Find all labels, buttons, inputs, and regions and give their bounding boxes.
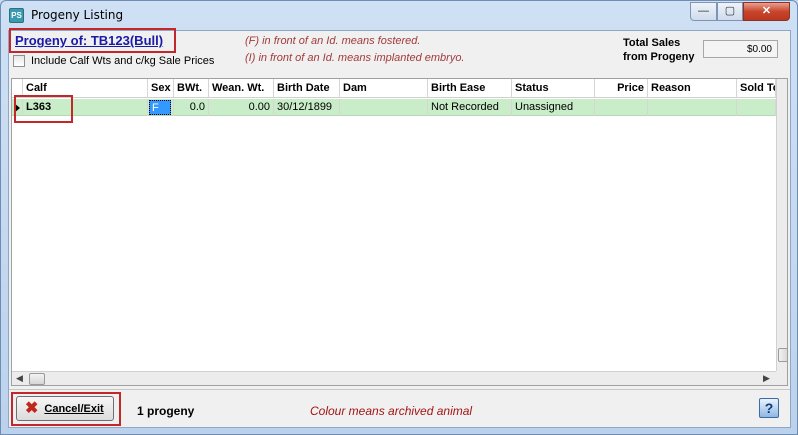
cell-bwt[interactable]: 0.0 xyxy=(174,99,209,116)
scroll-right-icon[interactable]: ▶ xyxy=(763,373,770,384)
footer-divider xyxy=(9,389,790,390)
highlight-cancel-button xyxy=(11,392,121,426)
include-weights-option[interactable]: Include Calf Wts and c/kg Sale Prices xyxy=(13,55,214,67)
col-dam[interactable]: Dam xyxy=(340,79,428,98)
cell-birth-date[interactable]: 30/12/1899 xyxy=(274,99,340,116)
col-status[interactable]: Status xyxy=(512,79,595,98)
progeny-listing-window: PS Progeny Listing — ▢ ✕ Progeny of: TB1… xyxy=(0,0,798,435)
embryo-note: (I) in front of an Id. means implanted e… xyxy=(245,52,465,64)
cell-sex[interactable]: F xyxy=(148,99,174,116)
progeny-grid[interactable]: Calf Sex BWt. Wean. Wt. Birth Date Dam B… xyxy=(11,78,788,386)
cell-birth-ease[interactable]: Not Recorded xyxy=(428,99,512,116)
highlight-progeny-of xyxy=(9,28,176,53)
horizontal-scrollbar[interactable]: ◀ ▶ xyxy=(12,371,776,385)
cell-sold-to[interactable] xyxy=(737,99,776,116)
col-reason[interactable]: Reason xyxy=(648,79,737,98)
include-weights-label: Include Calf Wts and c/kg Sale Prices xyxy=(31,55,215,67)
help-button[interactable]: ? xyxy=(759,398,779,418)
close-button[interactable]: ✕ xyxy=(743,2,790,21)
vertical-scrollbar[interactable] xyxy=(776,79,787,371)
maximize-button[interactable]: ▢ xyxy=(717,2,743,21)
app-icon: PS xyxy=(9,8,24,23)
cell-dam[interactable] xyxy=(340,99,428,116)
col-bwt[interactable]: BWt. xyxy=(174,79,209,98)
scroll-left-icon[interactable]: ◀ xyxy=(16,373,23,384)
col-sex[interactable]: Sex xyxy=(148,79,174,98)
col-price[interactable]: Price xyxy=(595,79,648,98)
vertical-scroll-thumb[interactable] xyxy=(778,348,787,362)
col-birth-ease[interactable]: Birth Ease xyxy=(428,79,512,98)
progeny-count: 1 progeny xyxy=(137,404,195,418)
dialog-client-area: Progeny of: TB123(Bull) (F) in front of … xyxy=(8,28,791,428)
table-row[interactable]: L363 F 0.0 0.00 30/12/1899 Not Recorded … xyxy=(12,99,776,116)
col-sold-to[interactable]: Sold To xyxy=(737,79,776,98)
cell-status[interactable]: Unassigned xyxy=(512,99,595,116)
grid-header: Calf Sex BWt. Wean. Wt. Birth Date Dam B… xyxy=(12,79,776,98)
fostered-note: (F) in front of an Id. means fostered. xyxy=(245,35,421,47)
cell-sex-value[interactable]: F xyxy=(149,100,171,115)
minimize-button[interactable]: — xyxy=(690,2,717,21)
horizontal-scroll-thumb[interactable] xyxy=(29,373,45,385)
window-title: Progeny Listing xyxy=(31,8,124,22)
total-sales-value: $0.00 xyxy=(703,40,778,58)
col-wean-wt[interactable]: Wean. Wt. xyxy=(209,79,274,98)
col-birth-date[interactable]: Birth Date xyxy=(274,79,340,98)
title-bar[interactable]: PS Progeny Listing — ▢ ✕ xyxy=(1,1,797,30)
include-weights-checkbox[interactable] xyxy=(13,55,25,67)
cell-wean-wt[interactable]: 0.00 xyxy=(209,99,274,116)
cell-reason[interactable] xyxy=(648,99,737,116)
total-sales-label: Total Sales from Progeny xyxy=(623,37,695,63)
archived-colour-note: Colour means archived animal xyxy=(310,404,473,418)
scrollbar-corner xyxy=(776,371,787,385)
cell-price[interactable] xyxy=(595,99,648,116)
highlight-calf-cell xyxy=(14,95,73,123)
